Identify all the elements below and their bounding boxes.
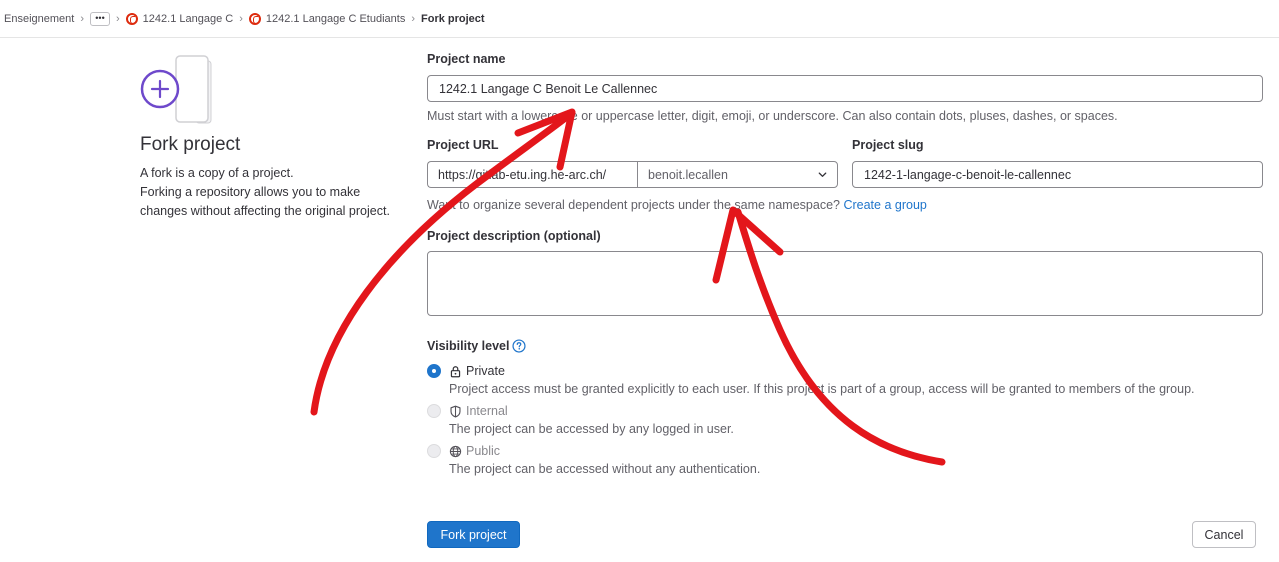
project-description-textarea[interactable] [427,251,1263,316]
breadcrumb-separator: › [116,12,120,25]
visibility-private-radio[interactable] [427,364,441,378]
visibility-internal-text: Internal [466,404,508,418]
project-avatar-icon [125,12,138,25]
chevron-down-icon [818,172,827,177]
project-url-prefix: https://gitlab-etu.ing.he-arc.ch/ [427,161,638,188]
breadcrumb-label: 1242.1 Langage C [142,12,234,25]
fork-description: A fork is a copy of a project. Forking a… [140,164,390,221]
project-url-label: Project URL [427,138,499,152]
fork-project-button[interactable]: Fork project [427,521,520,548]
breadcrumb-separator: › [80,12,84,25]
visibility-private-text: Private [466,364,505,378]
annotation-arrow-right [734,208,946,466]
lock-icon [450,365,461,377]
project-slug-input[interactable]: 1242-1-langage-c-benoit-le-callennec [852,161,1263,188]
project-name-label: Project name [427,52,506,66]
breadcrumb-more-button[interactable]: ••• [90,11,110,26]
breadcrumb-item-current: Fork project [421,12,485,25]
fork-project-illustration-icon [140,55,212,124]
breadcrumb-item-langage-c-etudiants[interactable]: 1242.1 Langage C Etudiants [248,12,406,25]
project-name-hint: Must start with a lowercase or uppercase… [427,109,1118,123]
visibility-option-public: Public [427,444,500,458]
visibility-internal-label: Internal [449,404,508,418]
namespace-hint: Want to organize several dependent proje… [427,198,927,212]
breadcrumb-item-langage-c[interactable]: 1242.1 Langage C [125,12,234,25]
visibility-public-help: The project can be accessed without any … [449,462,761,476]
breadcrumb-separator: › [239,12,243,25]
visibility-public-text: Public [466,444,501,458]
fork-description-line1: A fork is a copy of a project. [140,166,294,180]
fork-description-line2: Forking a repository allows you to make … [140,185,390,218]
visibility-level-heading: Visibility level [427,339,527,353]
visibility-public-radio [427,444,441,458]
cancel-button[interactable]: Cancel [1192,521,1256,548]
visibility-internal-help: The project can be accessed by any logge… [449,422,734,436]
visibility-private-help: Project access must be granted explicitl… [449,382,1195,396]
visibility-level-label: Visibility level [427,339,510,353]
visibility-internal-radio [427,404,441,418]
visibility-private-label[interactable]: Private [449,364,505,378]
breadcrumb-item-enseignement[interactable]: Enseignement [4,13,74,25]
namespace-hint-text: Want to organize several dependent proje… [427,198,840,212]
project-name-input[interactable]: 1242.1 Langage C Benoit Le Callennec [427,75,1263,102]
visibility-option-private[interactable]: Private [427,364,505,378]
globe-icon [449,445,462,457]
create-group-link[interactable]: Create a group [843,198,926,212]
question-circle-icon[interactable] [512,339,527,353]
breadcrumb: Enseignement › ••• › 1242.1 Langage C › … [0,0,1279,38]
visibility-option-internal: Internal [427,404,508,418]
breadcrumb-separator: › [411,12,415,25]
project-slug-label: Project slug [852,138,924,152]
page-title: Fork project [140,134,241,155]
namespace-value: benoit.lecallen [648,167,728,182]
visibility-public-label: Public [449,444,500,458]
project-avatar-icon [248,12,261,25]
shield-icon [450,405,461,418]
breadcrumb-label: 1242.1 Langage C Etudiants [265,12,406,25]
namespace-select[interactable]: benoit.lecallen [637,161,838,188]
project-description-label: Project description (optional) [427,229,601,243]
